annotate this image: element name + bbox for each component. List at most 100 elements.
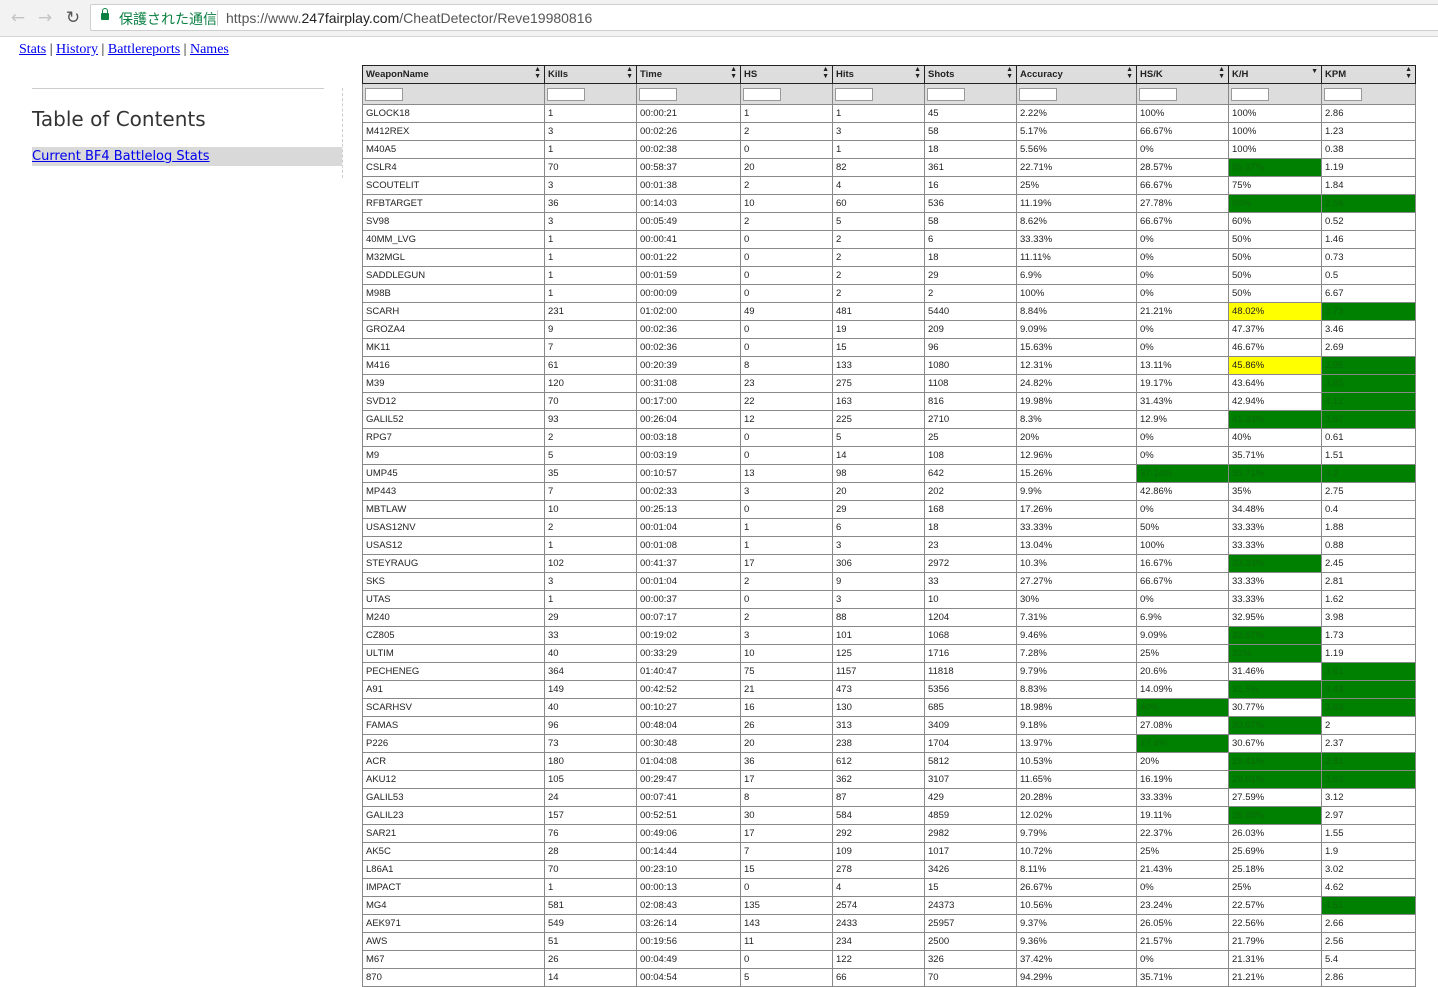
column-header-kpm[interactable]: KPM ▼ ▲ (1321, 65, 1416, 84)
table-cell: 21 (740, 680, 833, 699)
toc-link-battlelog-stats[interactable]: Current BF4 Battlelog Stats (32, 147, 342, 166)
table-cell: 17 (740, 770, 833, 789)
table-row: IMPACT 1 00:00:13 0 4 15 26.67% 0% 25% 4.62 (362, 878, 1416, 897)
filter-cell (1228, 83, 1322, 105)
column-header-k-h[interactable]: K/H ▼ (1228, 65, 1322, 84)
filter-cell (832, 83, 925, 105)
sort-desc-icon: ▼ (730, 73, 737, 80)
table-cell: 3409 (924, 716, 1017, 735)
filter-input[interactable] (1231, 87, 1269, 101)
table-cell: 00:01:08 (636, 536, 741, 555)
table-cell: 9.46% (1016, 626, 1137, 645)
table-cell: 5 (544, 446, 637, 465)
filter-input[interactable] (927, 87, 965, 101)
table-cell: 22.71% (1016, 158, 1137, 177)
table-cell: 29.01% (1228, 770, 1322, 789)
table-cell: 11 (740, 932, 833, 951)
address-bar[interactable]: 保護された通信 https://www.247fairplay.com/Chea… (90, 4, 1438, 31)
table-cell: 3.57 (1321, 410, 1416, 429)
table-cell: 3.48 (1321, 680, 1416, 699)
table-cell: 2.81 (1321, 572, 1416, 591)
column-header-accuracy[interactable]: Accuracy ▼ ▲ (1016, 65, 1137, 84)
table-cell: 1 (544, 266, 637, 285)
table-cell: STEYRAUG (362, 554, 545, 573)
table-cell: 0 (740, 428, 833, 447)
column-header-hs-k[interactable]: HS/K ▼ ▲ (1136, 65, 1229, 84)
table-cell: 46.67% (1228, 338, 1322, 357)
divider (217, 10, 218, 26)
url-text[interactable]: https://www.247fairplay.com/CheatDetecto… (226, 10, 592, 26)
column-header-weaponname[interactable]: WeaponName ▼ ▲ (362, 65, 545, 84)
sort-icon: ▲ (730, 66, 737, 74)
table-cell: 10 (544, 500, 637, 519)
weapon-stats-table: WeaponName ▼ ▲ Kills ▼ ▲ Time ▼ ▲ HS ▼ ▲ Hits ▼ ▲ Shots… (362, 65, 1416, 987)
table-cell: 0 (740, 446, 833, 465)
table-row: SCARH 231 01:02:00 49 481 5440 8.84% 21.21% 48.0… (362, 302, 1416, 321)
table-cell: 10.3% (1016, 554, 1137, 573)
back-arrow-icon[interactable]: ← (8, 8, 28, 28)
nav-separator: | (49, 42, 53, 57)
table-cell: 157 (544, 806, 637, 825)
table-cell: 2.22% (1016, 104, 1137, 123)
nav-link-battlereports[interactable]: Battlereports (108, 42, 180, 57)
table-cell: 27.4% (1136, 734, 1229, 753)
filter-input[interactable] (743, 87, 781, 101)
table-row: M412REX 3 00:02:26 2 3 58 5.17% 66.67% 100% 1.23 (362, 122, 1416, 141)
nav-link-stats[interactable]: Stats (19, 42, 46, 57)
filter-input[interactable] (1324, 87, 1362, 101)
column-header-hits[interactable]: Hits ▼ ▲ (832, 65, 925, 84)
filter-input[interactable] (639, 87, 677, 101)
table-cell: SCARHSV (362, 698, 545, 717)
table-cell: 29 (832, 500, 925, 519)
forward-arrow-icon[interactable]: → (35, 8, 55, 28)
filter-input[interactable] (365, 87, 403, 101)
table-cell: M98B (362, 284, 545, 303)
table-cell: 70 (544, 392, 637, 411)
table-cell: 33 (544, 626, 637, 645)
table-cell: 47.37% (1228, 320, 1322, 339)
table-cell: L86A1 (362, 860, 545, 879)
nav-link-names[interactable]: Names (190, 42, 229, 57)
table-cell: 2.66 (1321, 914, 1416, 933)
column-header-hs[interactable]: HS ▼ ▲ (740, 65, 833, 84)
table-cell: 2.75 (1321, 482, 1416, 501)
table-row: GALIL23 157 00:52:51 30 584 4859 12.02% 19.11% 2… (362, 806, 1416, 825)
table-cell: 168 (924, 500, 1017, 519)
table-cell: 31.46% (1228, 662, 1322, 681)
table-cell: 25.69% (1228, 842, 1322, 861)
filter-input[interactable] (835, 87, 873, 101)
table-row: UTAS 1 00:00:37 0 3 10 30% 0% 33.33% 1.62 (362, 590, 1416, 609)
table-cell: 1716 (924, 644, 1017, 663)
table-cell: M39 (362, 374, 545, 393)
table-cell: 50% (1228, 248, 1322, 267)
table-cell: 16 (740, 698, 833, 717)
table-cell: 00:25:13 (636, 500, 741, 519)
table-cell: 6 (832, 518, 925, 537)
table-cell: 2 (740, 572, 833, 591)
nav-link-history[interactable]: History (56, 42, 98, 57)
table-cell: 20 (740, 734, 833, 753)
table-cell: 0% (1136, 338, 1229, 357)
table-cell: 25% (1228, 878, 1322, 897)
reload-icon[interactable]: ↻ (63, 8, 83, 28)
table-cell: 73 (544, 734, 637, 753)
table-cell: 3 (740, 482, 833, 501)
sort-desc-icon: ▼ (1218, 73, 1225, 80)
column-header-kills[interactable]: Kills ▼ ▲ (544, 65, 637, 84)
table-cell: 19.17% (1136, 374, 1229, 393)
table-cell: 45.86% (1228, 356, 1322, 375)
table-cell: 00:10:57 (636, 464, 741, 483)
table-cell: 133 (832, 356, 925, 375)
sort-desc-icon: ▼ (626, 73, 633, 80)
filter-input[interactable] (1139, 87, 1177, 101)
column-header-shots[interactable]: Shots ▼ ▲ (924, 65, 1017, 84)
table-cell: 1 (544, 284, 637, 303)
table-cell: 00:41:37 (636, 554, 741, 573)
table-cell: 66 (832, 968, 925, 987)
filter-input[interactable] (547, 87, 585, 101)
table-cell: 17 (740, 554, 833, 573)
table-cell: 00:19:02 (636, 626, 741, 645)
table-cell: 00:00:21 (636, 104, 741, 123)
filter-input[interactable] (1019, 87, 1057, 101)
column-header-time[interactable]: Time ▼ ▲ (636, 65, 741, 84)
